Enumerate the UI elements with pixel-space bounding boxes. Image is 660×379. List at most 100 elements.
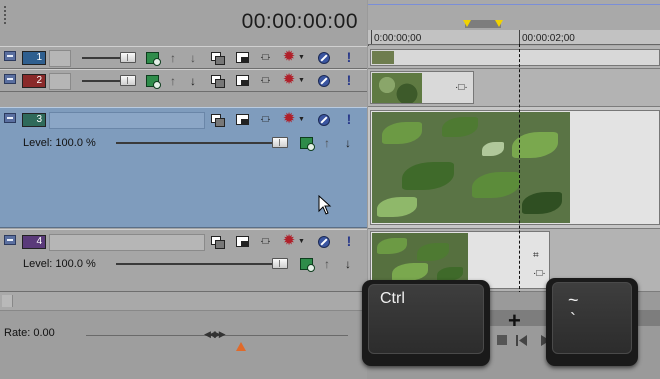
event-thumbnail: [372, 112, 570, 223]
timecode-text: 00:00:00:00: [241, 10, 358, 33]
track-name-field[interactable]: [49, 234, 205, 251]
make-compositing-child-icon[interactable]: [236, 113, 250, 127]
move-up-icon[interactable]: ↑: [320, 257, 334, 271]
compositing-mode-icon[interactable]: [210, 74, 225, 88]
make-compositing-child-icon[interactable]: [236, 51, 250, 65]
stop-icon[interactable]: [497, 335, 507, 345]
event-pan-crop-icon[interactable]: ·□·: [533, 268, 546, 279]
track-header-2[interactable]: 2 ↑ ↓ ·□· ✹ ▼ !: [0, 69, 367, 92]
track-fx-gear-icon[interactable]: ✹: [282, 49, 296, 64]
rate-label: Rate: 0.00: [4, 327, 55, 339]
ruler-label: 00:00:02;00: [522, 33, 575, 44]
minimize-track-icon[interactable]: [4, 74, 16, 84]
track-level-label: Level: 100.0 %: [23, 137, 96, 149]
ruler-tick: [371, 30, 372, 44]
solo-icon[interactable]: !: [342, 112, 356, 126]
mute-icon[interactable]: [318, 52, 330, 64]
event-thumbnail: [372, 51, 394, 64]
solo-icon[interactable]: !: [342, 50, 356, 64]
go-to-start-icon[interactable]: [516, 335, 527, 346]
panel-grip-icon[interactable]: [4, 6, 6, 24]
minimize-track-icon[interactable]: [4, 235, 16, 245]
fx-icon[interactable]: [300, 258, 315, 272]
ctrl-key-label: Ctrl: [380, 290, 405, 307]
track-number-box: 3: [22, 113, 46, 127]
solo-icon[interactable]: !: [342, 73, 356, 87]
track-header-4[interactable]: 4 ·□· ✹ ▼ ! Level: 100.0 % ↑ ↓: [0, 229, 367, 292]
slider-knob[interactable]: [272, 137, 288, 148]
minimize-track-icon[interactable]: [4, 51, 16, 61]
track-motion-icon[interactable]: ·□·: [258, 51, 272, 65]
video-event-track-1[interactable]: [370, 49, 660, 66]
make-compositing-child-icon[interactable]: [236, 235, 250, 249]
track-number-box: 4: [22, 235, 46, 249]
mute-icon[interactable]: [318, 236, 330, 248]
mouse-pointer-icon: [318, 195, 332, 215]
tilde-key-label: ~: [568, 290, 579, 310]
track-name-field[interactable]: [49, 50, 71, 67]
move-up-icon[interactable]: ↑: [320, 136, 334, 150]
mute-icon[interactable]: [318, 114, 330, 126]
backtick-key-label: `: [570, 310, 576, 330]
solo-icon[interactable]: !: [342, 234, 356, 248]
track-level-label: Level: 100.0 %: [23, 258, 96, 270]
playhead-cursor[interactable]: [519, 44, 520, 294]
move-down-icon[interactable]: ↓: [186, 51, 200, 65]
fx-icon[interactable]: [146, 52, 161, 66]
track-motion-icon[interactable]: ·□·: [258, 235, 272, 249]
ctrl-key-overlay: Ctrl: [362, 280, 490, 366]
track-number: 3: [36, 114, 42, 125]
loop-region-bar[interactable]: [368, 0, 660, 30]
chevron-down-icon[interactable]: ▼: [298, 51, 305, 65]
loop-start-marker-icon[interactable]: [463, 20, 471, 27]
move-down-icon[interactable]: ↓: [186, 74, 200, 88]
compositing-mode-icon[interactable]: [210, 51, 225, 65]
track-spacer: [0, 92, 367, 108]
event-pan-crop-icon[interactable]: ·□·: [455, 82, 468, 93]
track-level-slider[interactable]: [116, 263, 286, 265]
chevron-down-icon[interactable]: ▼: [298, 235, 305, 249]
rate-handle-icon[interactable]: ◀◀▶▶: [204, 329, 226, 340]
fx-icon[interactable]: [300, 137, 315, 151]
track-header-3[interactable]: 3 ·□· ✹ ▼ ! Level: 100.0 % ↑ ↓: [0, 107, 367, 228]
track-motion-icon[interactable]: ·□·: [258, 74, 272, 88]
move-down-icon[interactable]: ↓: [341, 136, 355, 150]
mute-icon[interactable]: [318, 75, 330, 87]
timecode-display: 00:00:00:00: [0, 0, 367, 46]
track-level-slider[interactable]: [116, 142, 286, 144]
event-thumbnail: [372, 73, 422, 103]
loop-end-marker-icon[interactable]: [495, 20, 503, 27]
move-up-icon[interactable]: ↑: [166, 51, 180, 65]
compositing-mode-icon[interactable]: [210, 235, 225, 249]
track-header-1[interactable]: 1 ↑ ↓ ·□· ✹ ▼ !: [0, 46, 367, 69]
compositing-mode-icon[interactable]: [210, 113, 225, 127]
video-event-track-3[interactable]: [370, 110, 660, 225]
track-number: 2: [36, 75, 42, 86]
fx-icon[interactable]: [146, 75, 161, 89]
chevron-down-icon[interactable]: ▼: [298, 113, 305, 127]
track-number-box: 1: [22, 51, 46, 65]
move-down-icon[interactable]: ↓: [341, 257, 355, 271]
track-fx-gear-icon[interactable]: ✹: [282, 111, 296, 126]
ruler-tick: [519, 30, 520, 44]
make-compositing-child-icon[interactable]: [236, 74, 250, 88]
slider-knob[interactable]: [120, 75, 136, 86]
track-name-field[interactable]: [49, 73, 71, 90]
slider-knob[interactable]: [272, 258, 288, 269]
track-fx-gear-icon[interactable]: ✹: [282, 233, 296, 248]
track-number: 4: [36, 236, 42, 247]
track-motion-icon[interactable]: ·□·: [258, 113, 272, 127]
track-fx-gear-icon[interactable]: ✹: [282, 72, 296, 87]
track-name-field[interactable]: [49, 112, 205, 129]
track-number: 1: [36, 52, 42, 63]
ruler-label: 0:00:00;00: [374, 33, 422, 44]
slider-knob[interactable]: [120, 52, 136, 63]
video-event-track-2[interactable]: ·□·: [370, 71, 474, 104]
plus-sign: +: [508, 308, 521, 333]
chevron-down-icon[interactable]: ▼: [298, 74, 305, 88]
tilde-key-overlay: ~ `: [546, 278, 638, 366]
track-list-scrollbar[interactable]: [0, 292, 367, 311]
event-crop-icon[interactable]: ⌗: [533, 250, 539, 261]
move-up-icon[interactable]: ↑: [166, 74, 180, 88]
minimize-track-icon[interactable]: [4, 113, 16, 123]
